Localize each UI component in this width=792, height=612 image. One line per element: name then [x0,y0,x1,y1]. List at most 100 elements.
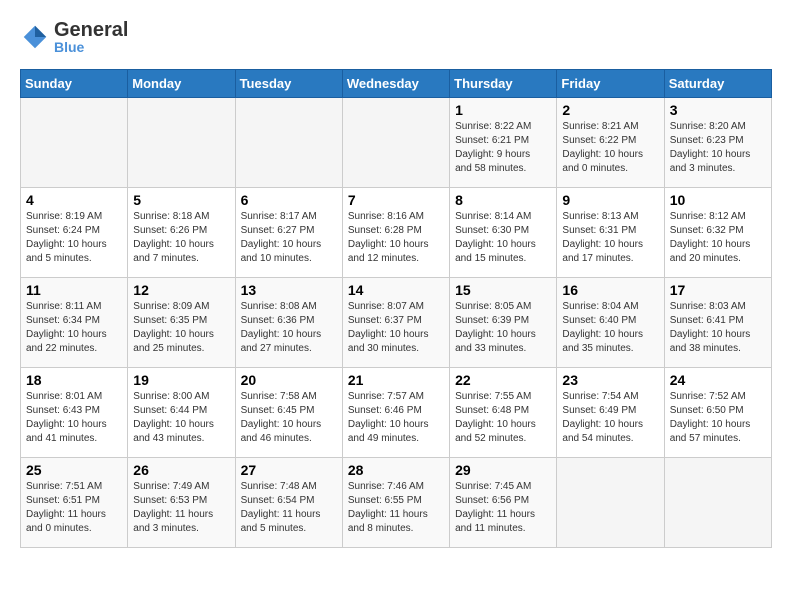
day-number: 3 [670,102,766,118]
day-info: Sunrise: 8:16 AM Sunset: 6:28 PM Dayligh… [348,210,444,266]
day-info: Sunrise: 8:20 AM Sunset: 6:23 PM Dayligh… [670,120,766,176]
calendar-cell: 18Sunrise: 8:01 AM Sunset: 6:43 PM Dayli… [21,368,128,458]
day-number: 25 [26,462,122,478]
calendar-cell: 21 Sunrise: 7:57 AM Sunset: 6:46 PM Dayli… [342,368,449,458]
logo-icon [20,22,50,52]
day-info: Sunrise: 8:00 AM Sunset: 6:44 PM Dayligh… [133,390,229,446]
calendar-header-saturday: Saturday [664,70,771,98]
calendar-cell: 27 Sunrise: 7:48 AM Sunset: 6:54 PM Dayli… [235,458,342,548]
day-info: Sunrise: 7:49 AM Sunset: 6:53 PM Dayligh… [133,480,229,536]
calendar-cell: 20 Sunrise: 7:58 AM Sunset: 6:45 PM Dayli… [235,368,342,458]
day-info: Sunrise: 7:51 AM Sunset: 6:51 PM Dayligh… [26,480,122,536]
calendar-cell [235,98,342,188]
calendar-cell: 2Sunrise: 8:21 AM Sunset: 6:22 PM Daylig… [557,98,664,188]
calendar-header-wednesday: Wednesday [342,70,449,98]
calendar-header-sunday: Sunday [21,70,128,98]
day-number: 27 [241,462,337,478]
calendar-cell [128,98,235,188]
day-number: 19 [133,372,229,388]
calendar-header-tuesday: Tuesday [235,70,342,98]
calendar-cell: 5 Sunrise: 8:18 AM Sunset: 6:26 PM Daylig… [128,188,235,278]
calendar-week-1: 1 Sunrise: 8:22 AM Sunset: 6:21 PM Daylig… [21,98,772,188]
calendar-cell: 23 Sunrise: 7:54 AM Sunset: 6:49 PM Dayli… [557,368,664,458]
day-info: Sunrise: 8:11 AM Sunset: 6:34 PM Dayligh… [26,300,122,356]
calendar-cell [664,458,771,548]
calendar-cell: 1 Sunrise: 8:22 AM Sunset: 6:21 PM Daylig… [450,98,557,188]
calendar-week-5: 25 Sunrise: 7:51 AM Sunset: 6:51 PM Dayli… [21,458,772,548]
day-number: 14 [348,282,444,298]
day-number: 9 [562,192,658,208]
day-info: Sunrise: 8:21 AM Sunset: 6:22 PM Dayligh… [562,120,658,176]
calendar-cell: 22Sunrise: 7:55 AM Sunset: 6:48 PM Dayli… [450,368,557,458]
calendar-cell: 28 Sunrise: 7:46 AM Sunset: 6:55 PM Dayli… [342,458,449,548]
calendar-cell: 29 Sunrise: 7:45 AM Sunset: 6:56 PM Dayli… [450,458,557,548]
calendar-cell: 6 Sunrise: 8:17 AM Sunset: 6:27 PM Daylig… [235,188,342,278]
calendar-cell: 15 Sunrise: 8:05 AM Sunset: 6:39 PM Dayli… [450,278,557,368]
day-number: 7 [348,192,444,208]
logo: General Blue [20,20,128,54]
day-number: 23 [562,372,658,388]
calendar-cell: 11 Sunrise: 8:11 AM Sunset: 6:34 PM Dayli… [21,278,128,368]
calendar-cell: 10Sunrise: 8:12 AM Sunset: 6:32 PM Dayli… [664,188,771,278]
calendar-cell [557,458,664,548]
calendar-cell: 9 Sunrise: 8:13 AM Sunset: 6:31 PM Daylig… [557,188,664,278]
day-number: 18 [26,372,122,388]
day-number: 13 [241,282,337,298]
day-number: 24 [670,372,766,388]
day-info: Sunrise: 7:58 AM Sunset: 6:45 PM Dayligh… [241,390,337,446]
calendar-cell: 16Sunrise: 8:04 AM Sunset: 6:40 PM Dayli… [557,278,664,368]
page-header: General Blue [20,20,772,54]
day-number: 6 [241,192,337,208]
day-info: Sunrise: 7:55 AM Sunset: 6:48 PM Dayligh… [455,390,551,446]
day-number: 15 [455,282,551,298]
calendar-header-row: SundayMondayTuesdayWednesdayThursdayFrid… [21,70,772,98]
calendar-week-4: 18Sunrise: 8:01 AM Sunset: 6:43 PM Dayli… [21,368,772,458]
day-number: 17 [670,282,766,298]
calendar-header-monday: Monday [128,70,235,98]
day-number: 1 [455,102,551,118]
calendar-cell: 7 Sunrise: 8:16 AM Sunset: 6:28 PM Daylig… [342,188,449,278]
day-info: Sunrise: 7:46 AM Sunset: 6:55 PM Dayligh… [348,480,444,536]
calendar-header-thursday: Thursday [450,70,557,98]
day-info: Sunrise: 7:52 AM Sunset: 6:50 PM Dayligh… [670,390,766,446]
day-info: Sunrise: 8:17 AM Sunset: 6:27 PM Dayligh… [241,210,337,266]
day-number: 4 [26,192,122,208]
day-info: Sunrise: 8:19 AM Sunset: 6:24 PM Dayligh… [26,210,122,266]
day-info: Sunrise: 8:22 AM Sunset: 6:21 PM Dayligh… [455,120,551,176]
day-info: Sunrise: 7:54 AM Sunset: 6:49 PM Dayligh… [562,390,658,446]
day-info: Sunrise: 8:05 AM Sunset: 6:39 PM Dayligh… [455,300,551,356]
day-info: Sunrise: 8:14 AM Sunset: 6:30 PM Dayligh… [455,210,551,266]
day-info: Sunrise: 8:12 AM Sunset: 6:32 PM Dayligh… [670,210,766,266]
calendar-cell: 14 Sunrise: 8:07 AM Sunset: 6:37 PM Dayli… [342,278,449,368]
calendar-table: SundayMondayTuesdayWednesdayThursdayFrid… [20,69,772,548]
calendar-week-3: 11 Sunrise: 8:11 AM Sunset: 6:34 PM Dayli… [21,278,772,368]
day-info: Sunrise: 8:07 AM Sunset: 6:37 PM Dayligh… [348,300,444,356]
day-number: 29 [455,462,551,478]
day-info: Sunrise: 7:45 AM Sunset: 6:56 PM Dayligh… [455,480,551,536]
calendar-cell: 13Sunrise: 8:08 AM Sunset: 6:36 PM Dayli… [235,278,342,368]
day-info: Sunrise: 8:13 AM Sunset: 6:31 PM Dayligh… [562,210,658,266]
calendar-cell: 4 Sunrise: 8:19 AM Sunset: 6:24 PM Daylig… [21,188,128,278]
day-info: Sunrise: 8:18 AM Sunset: 6:26 PM Dayligh… [133,210,229,266]
day-number: 16 [562,282,658,298]
logo-text: General Blue [54,20,128,54]
calendar-cell: 3 Sunrise: 8:20 AM Sunset: 6:23 PM Daylig… [664,98,771,188]
day-number: 20 [241,372,337,388]
calendar-cell [21,98,128,188]
calendar-cell: 17 Sunrise: 8:03 AM Sunset: 6:41 PM Dayli… [664,278,771,368]
day-number: 11 [26,282,122,298]
calendar-cell: 12 Sunrise: 8:09 AM Sunset: 6:35 PM Dayli… [128,278,235,368]
day-number: 12 [133,282,229,298]
calendar-cell: 25 Sunrise: 7:51 AM Sunset: 6:51 PM Dayli… [21,458,128,548]
calendar-cell: 8Sunrise: 8:14 AM Sunset: 6:30 PM Daylig… [450,188,557,278]
day-number: 28 [348,462,444,478]
calendar-cell: 19 Sunrise: 8:00 AM Sunset: 6:44 PM Dayli… [128,368,235,458]
day-number: 5 [133,192,229,208]
day-info: Sunrise: 7:48 AM Sunset: 6:54 PM Dayligh… [241,480,337,536]
calendar-week-2: 4 Sunrise: 8:19 AM Sunset: 6:24 PM Daylig… [21,188,772,278]
day-number: 26 [133,462,229,478]
day-info: Sunrise: 8:09 AM Sunset: 6:35 PM Dayligh… [133,300,229,356]
day-info: Sunrise: 7:57 AM Sunset: 6:46 PM Dayligh… [348,390,444,446]
day-info: Sunrise: 8:03 AM Sunset: 6:41 PM Dayligh… [670,300,766,356]
day-number: 21 [348,372,444,388]
